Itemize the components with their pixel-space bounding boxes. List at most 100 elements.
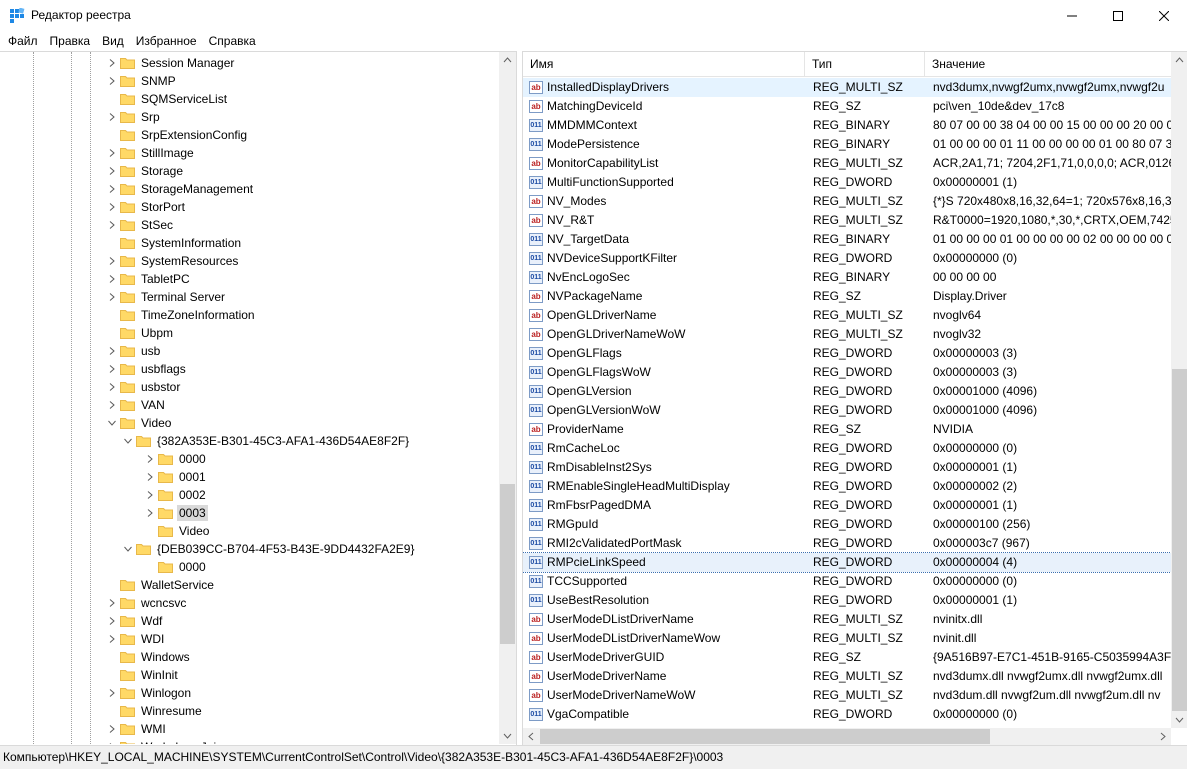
list-item[interactable]: 011 VgaCompatible REG_DWORD 0x00000000 (0) bbox=[523, 705, 1171, 724]
menu-edit[interactable]: Правка bbox=[44, 31, 97, 51]
expand-chevron-icon[interactable] bbox=[106, 630, 117, 648]
tree-node[interactable]: Winlogon bbox=[106, 684, 193, 702]
expand-chevron-icon[interactable] bbox=[106, 594, 117, 612]
tree-node[interactable]: StillImage bbox=[106, 144, 196, 162]
list-item[interactable]: ab UserModeDriverName REG_MULTI_SZ nvd3dumx… bbox=[523, 667, 1171, 686]
list-item[interactable]: 011 MMDMMContext REG_BINARY 80 07 00 00 38 … bbox=[523, 116, 1171, 135]
tree-node[interactable]: SrpExtensionConfig bbox=[106, 126, 249, 144]
tree-node[interactable]: StSec bbox=[106, 216, 175, 234]
minimize-button[interactable] bbox=[1049, 0, 1095, 31]
list-item[interactable]: ab UserModeDListDriverNameWow REG_MULTI_SZ… bbox=[523, 629, 1171, 648]
tree-node[interactable]: usbstor bbox=[106, 378, 182, 396]
tree-node[interactable]: SystemInformation bbox=[106, 234, 243, 252]
list-item[interactable]: ab MatchingDeviceId REG_SZ pci\ven_10de&dev… bbox=[523, 97, 1171, 116]
expand-chevron-icon[interactable] bbox=[106, 270, 117, 288]
tree-node[interactable]: Srp bbox=[106, 108, 162, 126]
collapse-chevron-icon[interactable] bbox=[106, 414, 117, 432]
list-vertical-scrollbar[interactable] bbox=[1171, 52, 1187, 728]
expand-chevron-icon[interactable] bbox=[106, 378, 117, 396]
tree-node[interactable]: TabletPC bbox=[106, 270, 192, 288]
scroll-right-arrow-icon[interactable] bbox=[1154, 728, 1171, 745]
expand-chevron-icon[interactable] bbox=[144, 504, 155, 522]
list-item[interactable]: ab OpenGLDriverName REG_MULTI_SZ nvoglv64 bbox=[523, 306, 1171, 325]
expand-chevron-icon[interactable] bbox=[144, 468, 155, 486]
list-item[interactable]: 011 RmDisableInst2Sys REG_DWORD 0x00000001 … bbox=[523, 458, 1171, 477]
list-item[interactable]: 011 NVDeviceSupportKFilter REG_DWORD 0x0000… bbox=[523, 249, 1171, 268]
expand-chevron-icon[interactable] bbox=[106, 612, 117, 630]
scroll-up-arrow-icon[interactable] bbox=[499, 52, 516, 69]
list-item[interactable]: ab InstalledDisplayDrivers REG_MULTI_SZ nvd… bbox=[523, 78, 1171, 97]
tree-node[interactable]: WMI bbox=[106, 720, 168, 738]
list-item[interactable]: 011 OpenGLFlags REG_DWORD 0x00000003 (3) bbox=[523, 344, 1171, 363]
column-header-type[interactable]: Тип bbox=[805, 52, 925, 77]
tree-node[interactable]: Winresume bbox=[106, 702, 204, 720]
expand-chevron-icon[interactable] bbox=[106, 72, 117, 90]
scroll-up-arrow-icon[interactable] bbox=[1171, 52, 1187, 69]
scroll-down-arrow-icon[interactable] bbox=[499, 727, 516, 744]
expand-chevron-icon[interactable] bbox=[106, 180, 117, 198]
list-item[interactable]: 011 UseBestResolution REG_DWORD 0x00000001 … bbox=[523, 591, 1171, 610]
list-item[interactable]: 011 RMI2cValidatedPortMask REG_DWORD 0x0000… bbox=[523, 534, 1171, 553]
maximize-button[interactable] bbox=[1095, 0, 1141, 31]
column-header-value[interactable]: Значение bbox=[925, 52, 1171, 77]
expand-chevron-icon[interactable] bbox=[106, 162, 117, 180]
collapse-chevron-icon[interactable] bbox=[122, 540, 133, 558]
list-item[interactable]: ab NV_Modes REG_MULTI_SZ {*}S 720x480x8,16,… bbox=[523, 192, 1171, 211]
expand-chevron-icon[interactable] bbox=[106, 720, 117, 738]
tree-node[interactable]: wcncsvc bbox=[106, 594, 188, 612]
tree-node[interactable]: Terminal Server bbox=[106, 288, 227, 306]
tree-node[interactable]: {DEB039CC-B704-4F53-B43E-9DD4432FA2E9} bbox=[122, 540, 416, 558]
tree-node[interactable]: Wdf bbox=[106, 612, 164, 630]
expand-chevron-icon[interactable] bbox=[106, 342, 117, 360]
list-item[interactable]: 011 RmFbsrPagedDMA REG_DWORD 0x00000001 (1) bbox=[523, 496, 1171, 515]
tree-node[interactable]: Video bbox=[144, 522, 211, 540]
tree-node[interactable]: StorPort bbox=[106, 198, 187, 216]
tree-node[interactable]: VAN bbox=[106, 396, 167, 414]
expand-chevron-icon[interactable] bbox=[106, 216, 117, 234]
tree-node[interactable]: Ubpm bbox=[106, 324, 175, 342]
list-item[interactable]: 011 RMPcieLinkSpeed REG_DWORD 0x00000004 (4… bbox=[523, 552, 1171, 573]
menu-view[interactable]: Вид bbox=[96, 31, 130, 51]
tree-node[interactable]: usb bbox=[106, 342, 162, 360]
expand-chevron-icon[interactable] bbox=[106, 396, 117, 414]
list-hscroll-thumb[interactable] bbox=[540, 729, 990, 744]
list-item[interactable]: 011 NV_TargetData REG_BINARY 01 00 00 00 01… bbox=[523, 230, 1171, 249]
list-item[interactable]: 011 NvEncLogoSec REG_BINARY 00 00 00 00 bbox=[523, 268, 1171, 287]
tree-node[interactable]: 0000 bbox=[144, 558, 208, 576]
tree-node[interactable]: Session Manager bbox=[106, 54, 236, 72]
tree-node[interactable]: 0000 bbox=[144, 450, 208, 468]
tree-node[interactable]: SNMP bbox=[106, 72, 178, 90]
column-header-name[interactable]: Имя bbox=[523, 52, 805, 77]
expand-chevron-icon[interactable] bbox=[106, 684, 117, 702]
expand-chevron-icon[interactable] bbox=[144, 450, 155, 468]
expand-chevron-icon[interactable] bbox=[106, 54, 117, 72]
list-item[interactable]: 011 TCCSupported REG_DWORD 0x00000000 (0) bbox=[523, 572, 1171, 591]
tree-node[interactable]: Windows bbox=[106, 648, 192, 666]
list-item[interactable]: 011 ModePersistence REG_BINARY 01 00 00 00 … bbox=[523, 135, 1171, 154]
expand-chevron-icon[interactable] bbox=[106, 144, 117, 162]
tree-node[interactable]: Video bbox=[106, 414, 173, 432]
tree-node[interactable]: SystemResources bbox=[106, 252, 240, 270]
tree-node[interactable]: 0002 bbox=[144, 486, 208, 504]
list-item[interactable]: ab NVPackageName REG_SZ Display.Driver bbox=[523, 287, 1171, 306]
list-item[interactable]: 011 MultiFunctionSupported REG_DWORD 0x0000… bbox=[523, 173, 1171, 192]
list-item[interactable]: 011 RmCacheLoc REG_DWORD 0x00000000 (0) bbox=[523, 439, 1171, 458]
expand-chevron-icon[interactable] bbox=[106, 288, 117, 306]
tree-node[interactable]: StorageManagement bbox=[106, 180, 255, 198]
expand-chevron-icon[interactable] bbox=[106, 252, 117, 270]
tree-node[interactable]: WalletService bbox=[106, 576, 216, 594]
list-item[interactable]: ab UserModeDListDriverName REG_MULTI_SZ nvi… bbox=[523, 610, 1171, 629]
tree-node[interactable]: 0003 bbox=[144, 504, 208, 522]
tree-scroll-thumb[interactable] bbox=[500, 484, 515, 644]
collapse-chevron-icon[interactable] bbox=[122, 432, 133, 450]
list-item[interactable]: 011 OpenGLVersion REG_DWORD 0x00001000 (409… bbox=[523, 382, 1171, 401]
list-item[interactable]: 011 RMGpuId REG_DWORD 0x00000100 (256) bbox=[523, 515, 1171, 534]
tree-node[interactable]: 0001 bbox=[144, 468, 208, 486]
list-horizontal-scrollbar[interactable] bbox=[523, 728, 1171, 745]
tree-node[interactable]: WinInit bbox=[106, 666, 180, 684]
expand-chevron-icon[interactable] bbox=[106, 198, 117, 216]
close-button[interactable] bbox=[1141, 0, 1187, 31]
menu-favorites[interactable]: Избранное bbox=[130, 31, 203, 51]
list-item[interactable]: ab UserModeDriverNameWoW REG_MULTI_SZ nvd3d… bbox=[523, 686, 1171, 705]
list-item[interactable]: 011 RMEnableSingleHeadMultiDisplay REG_DWO… bbox=[523, 477, 1171, 496]
